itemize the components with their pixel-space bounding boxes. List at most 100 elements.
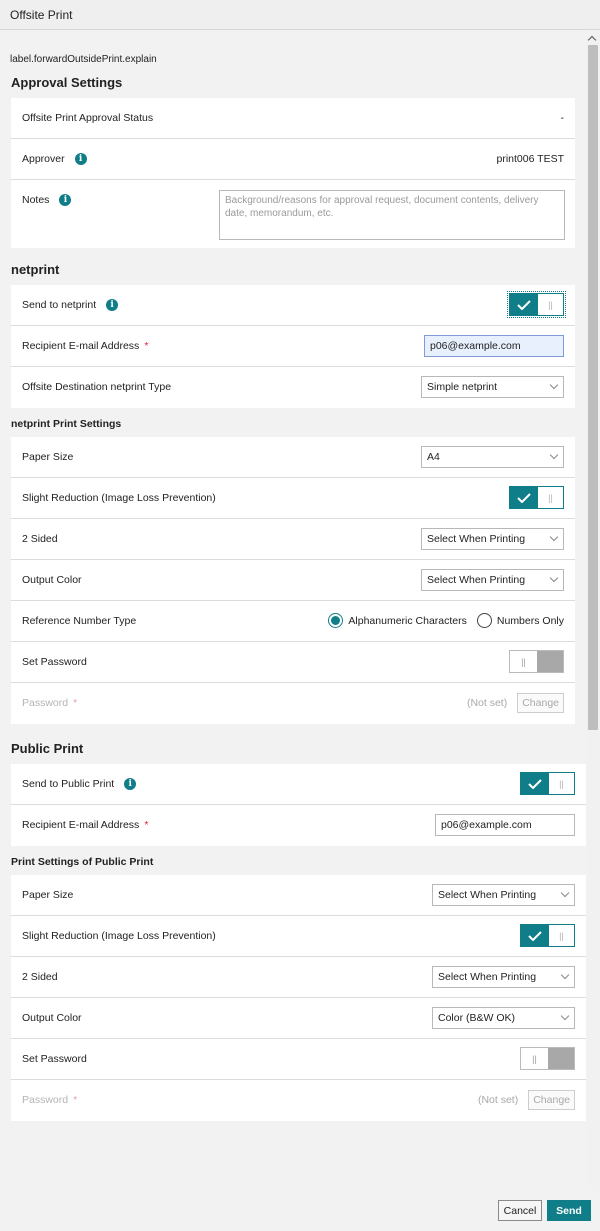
netprint-panel: Send to netprint i || Recipient E-mail A…	[11, 285, 575, 408]
info-icon[interactable]: i	[59, 194, 72, 206]
netprint-type-label: Offsite Destination netprint Type	[22, 381, 172, 393]
chevron-down-icon	[549, 532, 559, 542]
radio-circle	[476, 613, 492, 628]
info-icon[interactable]: i	[106, 299, 119, 311]
public-print-panel: Send to Public Print i || Recipient E-ma…	[11, 764, 586, 846]
np-password-row: Password * (Not set) Change	[11, 683, 575, 724]
send-to-netprint-toggle[interactable]: ||	[507, 291, 566, 318]
np-paper-size-row: Paper Size A4	[11, 437, 575, 478]
np-output-color-select[interactable]: Select When Printing	[421, 569, 564, 591]
toggle-grip: ||	[548, 299, 553, 310]
send-to-public-label-group: Send to Public Print i	[22, 778, 137, 790]
toggle-grip: ||	[521, 1048, 548, 1069]
radio-circle	[328, 613, 344, 628]
pp-2sided-row: 2 Sided Select When Printing	[11, 957, 586, 998]
required-marker: *	[144, 819, 149, 831]
scrollbar-thumb[interactable]	[588, 45, 598, 730]
approver-label-group: Approver i	[22, 153, 87, 165]
netprint-email-row: Recipient E-mail Address * p06@example.c…	[11, 326, 575, 367]
approver-label: Approver	[22, 153, 65, 165]
pp-set-password-label: Set Password	[22, 1053, 87, 1065]
pp-password-value: (Not set)	[477, 1094, 519, 1106]
send-to-netprint-row: Send to netprint i ||	[11, 285, 575, 326]
np-reduction-row: Slight Reduction (Image Loss Prevention)…	[11, 478, 575, 519]
notes-label-group: Notes i	[22, 194, 72, 206]
approval-status-value: -	[560, 112, 565, 124]
info-icon[interactable]: i	[74, 153, 87, 165]
pp-2sided-select[interactable]: Select When Printing	[432, 966, 575, 988]
netprint-type-value: Simple netprint	[427, 381, 498, 393]
netprint-heading: netprint	[11, 262, 60, 277]
chevron-down-icon	[560, 1011, 570, 1021]
np-password-control: (Not set) Change	[467, 693, 564, 713]
chevron-down-icon	[549, 450, 559, 460]
pp-password-label-group: Password *	[22, 1094, 77, 1106]
approver-value: print006 TEST	[496, 153, 564, 165]
send-to-netprint-label-group: Send to netprint i	[22, 299, 119, 311]
pp-paper-size-value: Select When Printing	[438, 889, 537, 901]
np-password-label-group: Password *	[22, 697, 77, 709]
netprint-type-select[interactable]: Simple netprint	[421, 376, 564, 398]
toggle-grip: ||	[548, 492, 553, 503]
pp-output-color-row: Output Color Color (B&W OK)	[11, 998, 586, 1039]
np-password-value: (Not set)	[466, 697, 508, 709]
np-set-password-label: Set Password	[22, 656, 87, 668]
np-2sided-select[interactable]: Select When Printing	[421, 528, 564, 550]
np-paper-size-value: A4	[427, 451, 440, 463]
pp-paper-size-label: Paper Size	[22, 889, 74, 901]
notes-row: Notes i Background/reasons for approval …	[11, 180, 575, 248]
netprint-type-row: Offsite Destination netprint Type Simple…	[11, 367, 575, 408]
approval-settings-heading: Approval Settings	[11, 75, 123, 90]
np-2sided-label: 2 Sided	[22, 533, 58, 545]
pp-paper-size-select[interactable]: Select When Printing	[432, 884, 575, 906]
pp-reduction-label: Slight Reduction (Image Loss Prevention)	[22, 930, 216, 942]
scroll-up-arrow-icon[interactable]	[587, 35, 597, 45]
np-ref-type-radio-group: Alphanumeric Characters Numbers Only	[318, 613, 564, 628]
send-to-public-label: Send to Public Print	[22, 778, 115, 790]
toggle-grip: ||	[559, 930, 564, 941]
notes-label: Notes	[22, 194, 50, 206]
np-paper-size-select[interactable]: A4	[421, 446, 564, 468]
public-email-label: Recipient E-mail Address	[22, 819, 140, 831]
send-to-netprint-label: Send to netprint	[22, 299, 97, 311]
checkmark-icon	[521, 773, 549, 794]
pp-password-label: Password	[22, 1094, 69, 1106]
send-to-public-toggle[interactable]: ||	[520, 772, 575, 795]
cancel-button[interactable]: Cancel	[498, 1200, 542, 1221]
pp-output-color-select[interactable]: Color (B&W OK)	[432, 1007, 575, 1029]
dialog-body[interactable]: label.forwardOutsidePrint.explain Approv…	[0, 30, 586, 1190]
np-reduction-toggle[interactable]: ||	[509, 486, 564, 509]
pp-2sided-value: Select When Printing	[438, 971, 537, 983]
chevron-down-icon	[560, 888, 570, 898]
pp-reduction-toggle[interactable]: ||	[520, 924, 575, 947]
checkmark-icon	[521, 925, 549, 946]
radio-alphanumeric[interactable]: Alphanumeric Characters	[328, 613, 467, 628]
info-icon[interactable]: i	[124, 778, 137, 790]
public-print-settings-panel: Paper Size Select When Printing Slight R…	[11, 875, 586, 1121]
dialog-footer: Cancel Send	[0, 1190, 600, 1231]
notes-textarea[interactable]: Background/reasons for approval request,…	[219, 190, 565, 240]
chevron-down-icon	[560, 970, 570, 980]
required-marker: *	[73, 1094, 78, 1106]
public-email-row: Recipient E-mail Address * p06@example.c…	[11, 805, 586, 846]
np-password-change-button[interactable]: Change	[517, 693, 564, 713]
pp-reduction-row: Slight Reduction (Image Loss Prevention)…	[11, 916, 586, 957]
np-output-color-label: Output Color	[22, 574, 82, 586]
send-button[interactable]: Send	[547, 1200, 591, 1221]
vertical-scrollbar[interactable]	[586, 30, 600, 1190]
np-set-password-toggle[interactable]: ||	[509, 650, 564, 673]
public-email-input[interactable]: p06@example.com	[435, 814, 575, 836]
pp-password-change-button[interactable]: Change	[528, 1090, 575, 1110]
dialog-title: Offsite Print	[0, 0, 600, 30]
public-email-label-group: Recipient E-mail Address *	[22, 819, 148, 831]
required-marker: *	[73, 697, 78, 709]
np-2sided-row: 2 Sided Select When Printing	[11, 519, 575, 560]
pp-set-password-toggle[interactable]: ||	[520, 1047, 575, 1070]
toggle-grip: ||	[510, 651, 537, 672]
np-ref-type-label: Reference Number Type	[22, 615, 137, 627]
radio-numbers-only[interactable]: Numbers Only	[476, 613, 564, 628]
netprint-print-settings-panel: Paper Size A4 Slight Reduction (Image Lo…	[11, 437, 575, 724]
netprint-email-input[interactable]: p06@example.com	[424, 335, 564, 357]
chevron-down-icon	[549, 380, 559, 390]
pp-password-row: Password * (Not set) Change	[11, 1080, 586, 1121]
